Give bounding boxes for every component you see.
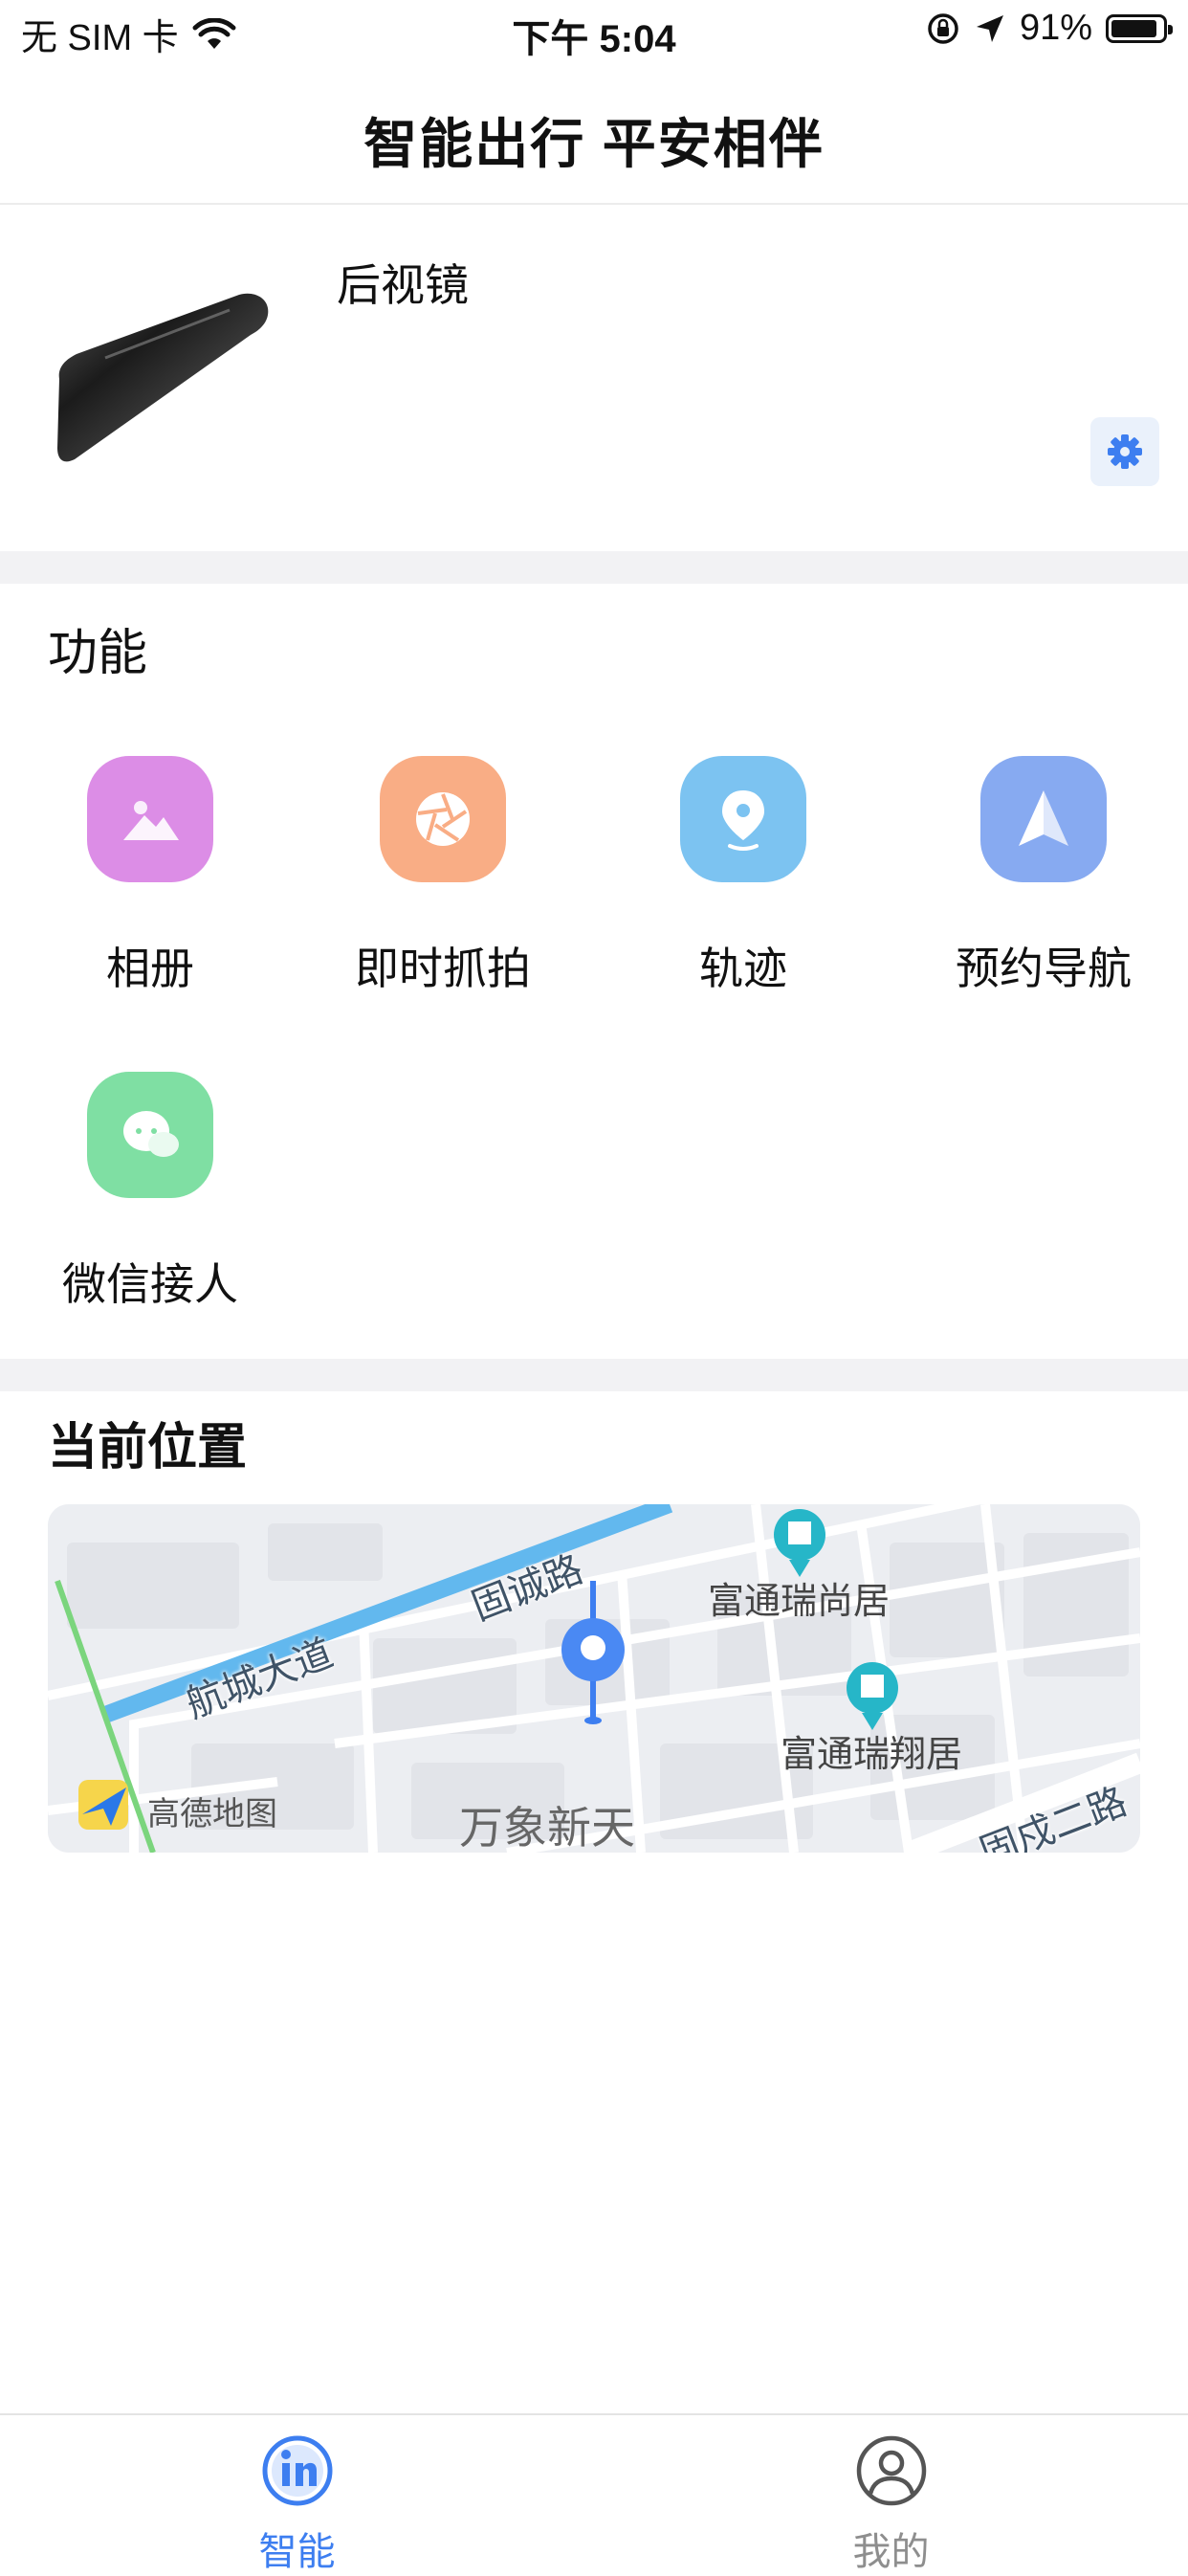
function-label: 即时抓拍 — [355, 944, 531, 993]
function-navigation[interactable]: 预约导航 — [893, 756, 1188, 1024]
rearview-mirror-image — [57, 293, 269, 462]
function-track[interactable]: 轨迹 — [593, 756, 893, 1024]
tab-bar: 智能 我的 — [0, 2413, 1188, 2574]
map-provider-label: 高德地图 — [147, 1796, 277, 1832]
poi-label: 富通瑞翔居 — [781, 1735, 963, 1775]
section-divider — [0, 551, 1188, 584]
camera-shutter-icon — [380, 756, 506, 882]
battery-icon — [1106, 13, 1173, 43]
function-label: 微信接人 — [62, 1259, 238, 1309]
navigation-arrow-icon — [980, 756, 1107, 882]
function-label: 轨迹 — [699, 944, 787, 993]
amap-logo-icon — [78, 1780, 128, 1830]
battery-percent: 91% — [1019, 8, 1092, 48]
device-card[interactable]: 后视镜 — [0, 205, 1188, 551]
device-settings-button[interactable] — [1090, 417, 1159, 486]
functions-title: 功能 — [48, 626, 148, 681]
wechat-chat-icon — [87, 1072, 213, 1198]
orientation-lock-icon — [928, 12, 958, 44]
location-title: 当前位置 — [48, 1420, 248, 1476]
tab-mine[interactable]: 我的 — [594, 2415, 1188, 2574]
function-wechat-pickup[interactable]: 微信接人 — [0, 1072, 300, 1340]
function-label: 预约导航 — [956, 944, 1132, 993]
tab-label: 智能 — [258, 2531, 336, 2573]
photo-album-icon — [87, 756, 213, 882]
map-view[interactable]: 航城大道 固诚路 固戍二路 富通瑞尚居 富通瑞翔居 万象新天 高德地图 — [48, 1504, 1140, 1853]
section-divider — [0, 1359, 1188, 1391]
page-title: 智能出行 平安相伴 — [363, 114, 825, 174]
user-profile-icon — [856, 2435, 926, 2506]
location-arrow-icon — [976, 14, 1003, 42]
status-right: 91% — [926, 8, 1173, 49]
poi-label: 万象新天 — [459, 1803, 635, 1853]
function-album[interactable]: 相册 — [0, 756, 300, 1024]
poi-label: 富通瑞尚居 — [708, 1582, 891, 1622]
tab-label: 我的 — [852, 2531, 930, 2573]
smart-in-icon — [262, 2435, 332, 2506]
gear-icon — [1108, 434, 1142, 469]
function-snapshot[interactable]: 即时抓拍 — [293, 756, 593, 1024]
location-pin-icon — [680, 756, 806, 882]
device-name: 后视镜 — [337, 260, 469, 310]
status-bar: 无 SIM 卡 下午 5:04 91% — [0, 0, 1188, 63]
tab-smart[interactable]: 智能 — [0, 2415, 594, 2574]
navigation-bar: 智能出行 平安相伴 — [0, 63, 1188, 205]
function-label: 相册 — [106, 944, 194, 993]
